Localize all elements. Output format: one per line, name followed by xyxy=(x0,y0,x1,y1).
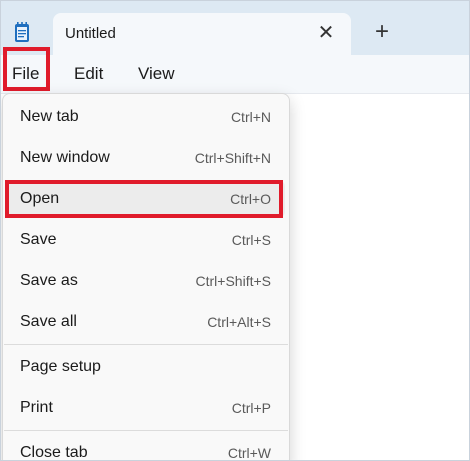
menu-item-label: New window xyxy=(20,149,110,166)
close-icon[interactable]: ✕ xyxy=(315,22,337,44)
menu-item-shortcut: Ctrl+P xyxy=(231,400,271,416)
menu-item-new-window[interactable]: New window Ctrl+Shift+N xyxy=(7,140,285,176)
menu-item-save[interactable]: Save Ctrl+S xyxy=(7,222,285,258)
tab-untitled[interactable]: Untitled ✕ xyxy=(53,13,351,57)
open-highlight-box xyxy=(5,180,283,218)
notepad-icon xyxy=(15,22,29,42)
menu-view[interactable]: View xyxy=(138,55,175,93)
title-bar: Untitled ✕ + xyxy=(1,1,469,57)
menu-item-new-tab[interactable]: New tab Ctrl+N xyxy=(7,99,285,135)
menu-edit[interactable]: Edit xyxy=(74,55,103,93)
menu-item-label: New tab xyxy=(20,108,79,125)
menu-item-label: Save xyxy=(20,231,57,248)
menu-item-shortcut: Ctrl+Shift+N xyxy=(194,150,271,166)
menu-item-label: Save as xyxy=(20,272,78,289)
menu-item-print[interactable]: Print Ctrl+P xyxy=(7,390,285,426)
menu-item-label: Close tab xyxy=(20,444,88,461)
menu-item-shortcut: Ctrl+Shift+S xyxy=(195,273,271,289)
menu-bar: File Edit View xyxy=(1,47,469,94)
file-menu-dropdown: New tab Ctrl+N New window Ctrl+Shift+N O… xyxy=(2,93,290,461)
menu-item-shortcut: Ctrl+Alt+S xyxy=(207,314,271,330)
menu-item-close-tab[interactable]: Close tab Ctrl+W xyxy=(7,435,285,461)
menu-item-page-setup[interactable]: Page setup xyxy=(7,349,285,385)
menu-item-shortcut: Ctrl+N xyxy=(230,109,271,125)
menu-item-label: Save all xyxy=(20,313,77,330)
menu-item-shortcut: Ctrl+S xyxy=(231,232,271,248)
plus-icon[interactable]: + xyxy=(370,20,394,44)
menu-item-save-as[interactable]: Save as Ctrl+Shift+S xyxy=(7,263,285,299)
menu-item-shortcut: Ctrl+W xyxy=(227,445,271,461)
menu-item-save-all[interactable]: Save all Ctrl+Alt+S xyxy=(7,304,285,340)
menu-item-label: Page setup xyxy=(20,358,101,375)
menu-divider xyxy=(4,344,288,345)
menu-item-label: Print xyxy=(20,399,53,416)
file-highlight-box xyxy=(3,47,50,91)
notepad-window: Untitled ✕ + File Edit View New tab Ctrl… xyxy=(0,0,470,461)
tab-title: Untitled xyxy=(65,25,116,42)
menu-divider xyxy=(4,430,288,431)
